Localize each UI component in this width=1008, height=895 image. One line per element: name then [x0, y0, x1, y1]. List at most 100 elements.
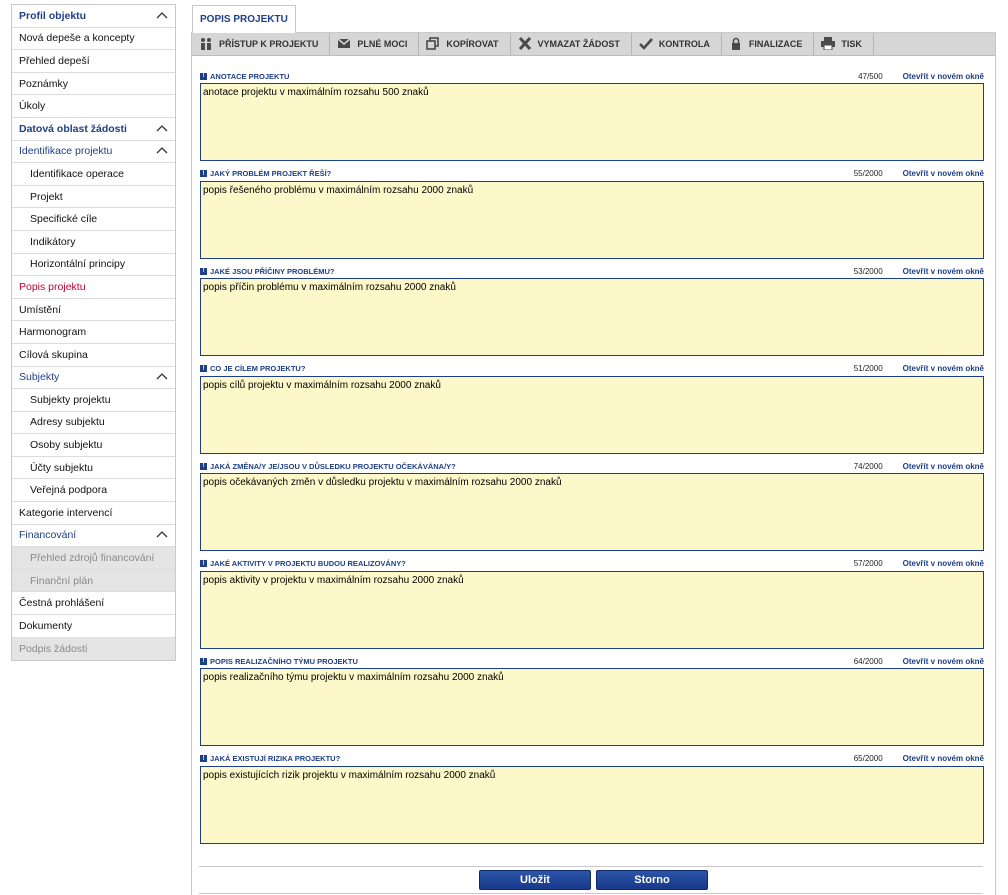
- text-field-group: ! POPIS REALIZAČNÍHO TÝMU PROJEKTU 64/2000…: [200, 653, 984, 751]
- char-counter: 74/2000: [853, 461, 883, 471]
- sidebar-item[interactable]: Úkoly: [12, 95, 175, 118]
- field-textarea[interactable]: popis aktivity v projektu v maximálním r…: [200, 570, 984, 649]
- tab-popis-projektu[interactable]: POPIS PROJEKTU: [192, 5, 296, 33]
- sidebar-item-label: Adresy subjektu: [30, 416, 105, 429]
- chevron-up-icon[interactable]: [156, 123, 168, 135]
- sidebar-item[interactable]: Adresy subjektu: [12, 412, 175, 435]
- field-header: ! JAKÁ ZMĚNA/Y JE/JSOU V DŮSLEDKU PROJEKT…: [200, 461, 984, 471]
- field-textarea[interactable]: popis řešeného problému v maximálním roz…: [200, 180, 984, 259]
- sidebar-item[interactable]: Subjekty: [12, 367, 175, 390]
- field-textarea[interactable]: popis realizačního týmu projektu v maxim…: [200, 668, 984, 746]
- info-icon[interactable]: !: [200, 170, 207, 177]
- sidebar-item[interactable]: Umístění: [12, 299, 175, 322]
- field-header: ! JAKÝ PROBLÉM PROJEKT ŘEŠÍ? 55/2000 Otevří…: [200, 169, 984, 179]
- toolbar-button[interactable]: PLNÉ MOCI: [330, 33, 420, 55]
- sidebar-item[interactable]: Čestná prohlášení: [12, 592, 175, 616]
- sidebar-item-label: Subjekty projektu: [30, 393, 111, 406]
- sidebar-item[interactable]: Popis projektu: [12, 276, 175, 299]
- open-in-new-window-link[interactable]: Otevřít v novém okně: [903, 364, 984, 373]
- toolbar-button[interactable]: FINALIZACE: [722, 33, 815, 55]
- content-panel: PŘÍSTUP K PROJEKTU PLNÉ MOCI KOPÍROVAT VYMA…: [191, 32, 996, 895]
- field-textarea[interactable]: popis očekávaných změn v důsledku projek…: [200, 473, 984, 551]
- field-textarea[interactable]: popis existujících rizik projektu v maxi…: [200, 765, 984, 844]
- sidebar-item[interactable]: Projekt: [12, 186, 175, 209]
- chevron-up-icon[interactable]: [156, 371, 168, 383]
- sidebar-item[interactable]: Financování: [12, 525, 175, 548]
- sidebar-item[interactable]: Datová oblast žádosti: [12, 118, 175, 141]
- sidebar-item[interactable]: Specifické cíle: [12, 208, 175, 231]
- text-field-group: ! JAKÝ PROBLÉM PROJEKT ŘEŠÍ? 55/2000 Otevří…: [200, 166, 984, 264]
- info-icon[interactable]: !: [200, 72, 207, 80]
- field-header: ! JAKÉ AKTIVITY V PROJEKTU BUDOU REALIZOV…: [200, 559, 984, 569]
- cancel-button[interactable]: Storno: [596, 870, 708, 890]
- open-in-new-window-link[interactable]: Otevřít v novém okně: [903, 754, 984, 763]
- text-field-group: ! ANOTACE PROJEKTU 47/500 Otevřít v novém o…: [200, 68, 984, 166]
- sidebar-item: Finanční plán: [12, 569, 175, 593]
- sidebar-item-label: Osoby subjektu: [30, 439, 103, 452]
- sidebar-item[interactable]: Horizontální principy: [12, 254, 175, 277]
- toolbar-button-label: FINALIZACE: [748, 39, 803, 49]
- envelope-icon: [337, 37, 351, 52]
- sidebar-item[interactable]: Identifikace projektu: [12, 141, 175, 164]
- field-label: POPIS REALIZAČNÍHO TÝMU PROJEKTU: [210, 656, 358, 666]
- open-in-new-window-link[interactable]: Otevřít v novém okně: [903, 657, 984, 666]
- info-icon[interactable]: !: [200, 267, 207, 275]
- sidebar-item-label: Účty subjektu: [30, 461, 94, 474]
- sidebar-item[interactable]: Cílová skupina: [12, 344, 175, 367]
- toolbar-button-label: KOPÍROVAT: [446, 39, 499, 49]
- sidebar-item-label: Identifikace projektu: [19, 145, 113, 158]
- sidebar-item-label: Specifické cíle: [30, 213, 98, 226]
- open-in-new-window-link[interactable]: Otevřít v novém okně: [903, 462, 984, 471]
- field-textarea[interactable]: anotace projektu v maximálním rozsahu 50…: [200, 83, 984, 161]
- sidebar-item-label: Popis projektu: [19, 280, 86, 293]
- sidebar-item: Přehled zdrojů financování: [12, 547, 175, 570]
- field-header: ! POPIS REALIZAČNÍHO TÝMU PROJEKTU 64/2000…: [200, 656, 984, 666]
- open-in-new-window-link[interactable]: Otevřít v novém okně: [903, 72, 984, 81]
- toolbar-button[interactable]: PŘÍSTUP K PROJEKTU: [192, 33, 331, 55]
- char-counter: 55/2000: [853, 169, 883, 178]
- field-label: JAKÁ EXISTUJÍ RIZIKA PROJEKTU?: [210, 754, 341, 763]
- sidebar-item-label: Subjekty: [19, 371, 60, 384]
- text-field-group: ! JAKÉ AKTIVITY V PROJEKTU BUDOU REALIZOV…: [200, 556, 984, 654]
- info-icon[interactable]: !: [200, 755, 207, 762]
- field-textarea[interactable]: popis příčin problému v maximálním rozsa…: [200, 278, 984, 356]
- field-label: JAKÉ AKTIVITY V PROJEKTU BUDOU REALIZOVÁ…: [210, 559, 406, 568]
- chevron-up-icon[interactable]: [156, 145, 168, 157]
- sidebar-item[interactable]: Profil objektu: [12, 5, 175, 28]
- info-icon[interactable]: !: [200, 657, 207, 665]
- toolbar-button[interactable]: VYMAZAT ŽÁDOST: [511, 33, 632, 55]
- open-in-new-window-link[interactable]: Otevřít v novém okně: [903, 169, 984, 178]
- sidebar-item[interactable]: Subjekty projektu: [12, 389, 175, 412]
- toolbar-button[interactable]: KOPÍROVAT: [419, 33, 511, 55]
- chevron-up-icon[interactable]: [156, 529, 168, 541]
- field-label: JAKÝ PROBLÉM PROJEKT ŘEŠÍ?: [210, 169, 332, 178]
- info-icon[interactable]: !: [200, 462, 207, 470]
- sidebar-item[interactable]: Účty subjektu: [12, 457, 175, 480]
- field-textarea[interactable]: popis cílů projektu v maximálním rozsahu…: [200, 375, 984, 454]
- chevron-up-icon[interactable]: [156, 10, 168, 22]
- sidebar-item-label: Projekt: [30, 190, 63, 203]
- info-icon[interactable]: !: [200, 560, 207, 567]
- text-field-group: ! JAKÉ JSOU PŘÍČINY PROBLÉMU? 53/2000 Otevř…: [200, 263, 984, 361]
- sidebar-item[interactable]: Harmonogram: [12, 321, 175, 344]
- sidebar-item[interactable]: Indikátory: [12, 231, 175, 254]
- sidebar-item[interactable]: Poznámky: [12, 73, 175, 96]
- field-list: ! ANOTACE PROJEKTU 47/500 Otevřít v novém o…: [200, 68, 984, 848]
- open-in-new-window-link[interactable]: Otevřít v novém okně: [903, 267, 984, 276]
- sidebar-item[interactable]: Veřejná podpora: [12, 479, 175, 503]
- sidebar-item-label: Podpis žádosti: [19, 642, 88, 655]
- save-button[interactable]: Uložit: [479, 870, 591, 890]
- info-icon[interactable]: !: [200, 365, 207, 372]
- print-icon: [821, 36, 836, 52]
- sidebar-item[interactable]: Kategorie intervencí: [12, 502, 175, 525]
- open-in-new-window-link[interactable]: Otevřít v novém okně: [903, 559, 984, 568]
- sidebar-item[interactable]: Identifikace operace: [12, 163, 175, 186]
- char-counter: 57/2000: [853, 559, 883, 568]
- sidebar-item[interactable]: Nová depeše a koncepty: [12, 28, 175, 51]
- check-icon: [638, 37, 653, 52]
- toolbar-button[interactable]: TISK: [814, 33, 874, 55]
- sidebar-item[interactable]: Dokumenty: [12, 615, 175, 638]
- sidebar-item[interactable]: Osoby subjektu: [12, 434, 175, 457]
- toolbar-button[interactable]: KONTROLA: [632, 33, 722, 55]
- sidebar-item[interactable]: Přehled depeší: [12, 50, 175, 73]
